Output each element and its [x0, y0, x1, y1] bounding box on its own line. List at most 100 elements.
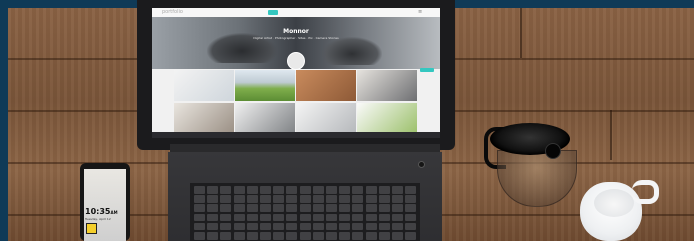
keyboard-key — [352, 186, 364, 194]
keyboard-key — [299, 186, 311, 194]
motorcycle-image — [322, 37, 382, 65]
taskbar — [152, 132, 440, 138]
keyboard-key — [273, 204, 285, 212]
keyboard-key — [299, 232, 311, 240]
phone-time: 10:35 — [85, 207, 111, 216]
laptop-keyboard — [190, 183, 420, 241]
app-icon — [86, 223, 97, 234]
keyboard-key — [260, 232, 271, 240]
keyboard-key — [378, 204, 390, 212]
keyboard-key — [207, 232, 219, 240]
keyboard-key — [286, 213, 298, 222]
project-thumbnail — [235, 103, 295, 134]
keyboard-key — [260, 186, 271, 194]
site-logo: portfolio — [162, 9, 183, 15]
keyboard-key — [352, 204, 364, 212]
keyboard-key — [246, 213, 258, 222]
keyboard-key — [312, 186, 324, 194]
keyboard-key — [220, 195, 232, 203]
keyboard-key — [273, 222, 285, 231]
phone-ampm: AM — [110, 210, 118, 215]
keyboard-key — [194, 195, 205, 203]
keyboard-key — [352, 232, 364, 240]
keyboard-key — [286, 222, 298, 231]
keyboard-key — [326, 232, 337, 240]
keyboard-key — [312, 213, 324, 222]
keyboard-key — [326, 186, 337, 194]
power-button-icon — [418, 161, 425, 168]
keyboard-key — [286, 195, 298, 203]
keyboard-key — [260, 204, 271, 212]
keyboard-key — [365, 232, 377, 240]
keyboard-key — [365, 213, 377, 222]
keyboard-key — [220, 213, 232, 222]
keyboard-key — [378, 232, 390, 240]
keyboard-key — [312, 232, 324, 240]
keyboard-key — [365, 195, 377, 203]
keyboard-key — [339, 195, 351, 203]
keyboard-key — [220, 232, 232, 240]
keyboard-key — [405, 195, 417, 203]
avatar — [287, 52, 305, 70]
keyboard-key — [246, 204, 258, 212]
keyboard-key — [312, 195, 324, 203]
keyboard-key — [220, 204, 232, 212]
keyboard-key — [405, 213, 417, 222]
phone-clock: 10:35AM — [85, 207, 118, 216]
mug-opening — [594, 189, 634, 217]
keyboard-key — [312, 222, 324, 231]
keyboard-key — [392, 204, 403, 212]
keyboard-key — [339, 186, 351, 194]
keyboard-key — [194, 204, 205, 212]
keyboard-key — [220, 222, 232, 231]
keyboard-key — [405, 232, 417, 240]
keyboard-key — [352, 195, 364, 203]
keyboard-key — [392, 232, 403, 240]
keyboard-key — [246, 222, 258, 231]
keyboard-key — [378, 213, 390, 222]
follow-button — [420, 68, 434, 72]
search-button — [268, 10, 278, 15]
keyboard-key — [378, 222, 390, 231]
plank-joint — [610, 110, 612, 160]
project-thumbnail — [235, 70, 295, 101]
keyboard-key — [260, 195, 271, 203]
profile-subtitle: Digital Artist · Photographer · Sites · … — [253, 36, 339, 40]
keyboard-key — [207, 204, 219, 212]
keyboard-key — [233, 222, 245, 231]
keyboard-key — [207, 222, 219, 231]
keyboard-key — [392, 186, 403, 194]
keyboard-key — [194, 186, 205, 194]
menu-icon: ≡ — [418, 9, 423, 15]
keyboard-key — [299, 213, 311, 222]
keyboard-key — [405, 186, 417, 194]
keyboard-key — [233, 204, 245, 212]
keyboard-key — [365, 186, 377, 194]
keyboard-key — [392, 213, 403, 222]
phone-date: Tuesday, April 12 — [85, 217, 111, 221]
keyboard-key — [339, 213, 351, 222]
keyboard-key — [220, 186, 232, 194]
keyboard-key — [299, 195, 311, 203]
keyboard-key — [246, 195, 258, 203]
keyboard-key — [405, 204, 417, 212]
project-thumbnail — [174, 103, 234, 134]
keyboard-key — [286, 232, 298, 240]
keyboard-key — [194, 232, 205, 240]
keyboard-key — [326, 204, 337, 212]
plank-joint — [520, 8, 522, 58]
keyboard-key — [312, 204, 324, 212]
keyboard-key — [365, 222, 377, 231]
keyboard-key — [392, 222, 403, 231]
keyboard-key — [194, 222, 205, 231]
keyboard-key — [233, 195, 245, 203]
project-thumbnail — [174, 70, 234, 101]
keyboard-key — [326, 195, 337, 203]
keyboard-key — [273, 213, 285, 222]
keyboard-key — [339, 204, 351, 212]
keyboard-key — [299, 222, 311, 231]
keyboard-key — [233, 213, 245, 222]
keyboard-key — [273, 186, 285, 194]
project-thumbnail — [296, 103, 356, 134]
profile-name: Monnor — [283, 28, 309, 35]
